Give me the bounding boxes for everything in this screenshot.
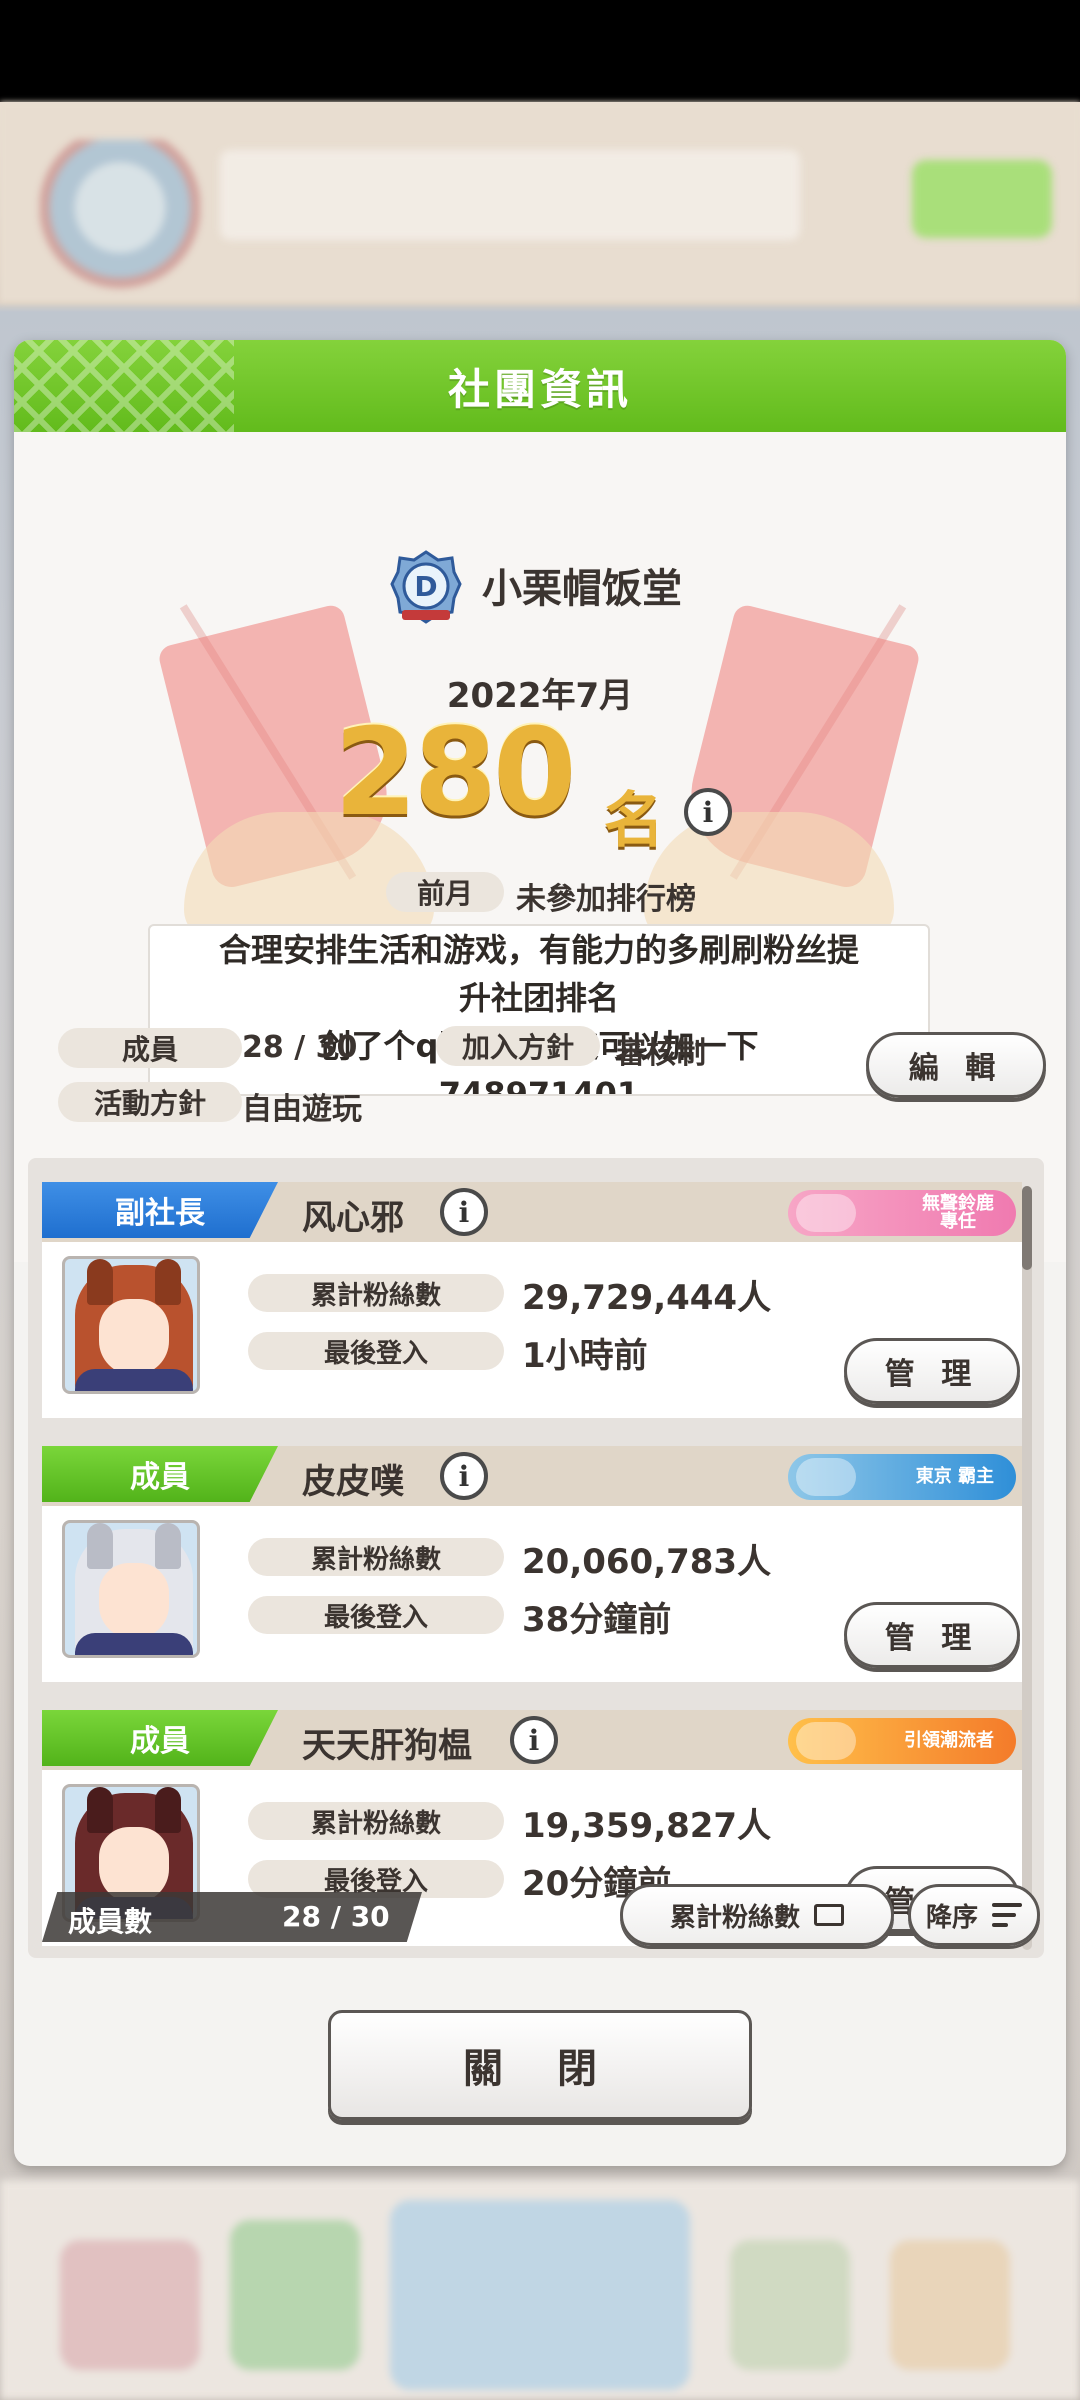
member-card: 副社長 风心邪 i 無聲鈴鹿 專任 累計粉絲數 29,729,444人 最後登入… [42, 1182, 1022, 1418]
join-policy-label: 加入方針 [436, 1026, 600, 1066]
member-card-header: 成員 皮皮噗 i 東京 霸主 [42, 1446, 1022, 1506]
modal-title: 社團資訊 [447, 364, 632, 414]
member-name: 皮皮噗 [302, 1462, 404, 1502]
last-login-label: 最後登入 [248, 1596, 504, 1634]
scrollbar-thumb[interactable] [1022, 1186, 1032, 1270]
member-role-tag: 成員 [42, 1710, 278, 1766]
background-bottom-nav [0, 2180, 1080, 2400]
member-title-badge: 無聲鈴鹿 專任 [788, 1190, 1016, 1236]
fans-value: 20,060,783人 [522, 1542, 772, 1582]
manage-button[interactable]: 管 理 [844, 1338, 1020, 1404]
member-info-icon[interactable]: i [440, 1188, 488, 1236]
members-label: 成員 [58, 1028, 242, 1068]
member-card-header: 副社長 风心邪 i 無聲鈴鹿 專任 [42, 1182, 1022, 1242]
member-info-icon[interactable]: i [510, 1716, 558, 1764]
activity-policy-value: 自由遊玩 [242, 1092, 362, 1127]
fans-value: 19,359,827人 [522, 1806, 772, 1846]
member-title-badge: 引領潮流者 [788, 1718, 1016, 1764]
close-button[interactable]: 關 閉 [328, 2010, 752, 2120]
sort-key-label: 累計粉絲數 [669, 1902, 800, 1933]
modal-header: 社團資訊 [14, 340, 1066, 432]
member-card-body: 累計粉絲數 20,060,783人 最後登入 38分鐘前 管 理 [42, 1506, 1022, 1682]
previous-month-label: 前月 [386, 872, 504, 912]
member-role-tag: 成員 [42, 1446, 278, 1502]
title-badge-art [796, 1194, 856, 1232]
circle-name: 小栗帽饭堂 [482, 566, 682, 612]
edit-button[interactable]: 編 輯 [866, 1032, 1046, 1098]
circle-info-modal: 社團資訊 D 小栗帽饭堂 2022年7月 280 名 i 前月 未參加排行榜 合… [14, 340, 1066, 2166]
member-title-badge: 東京 霸主 [788, 1454, 1016, 1500]
circle-description: 合理安排生活和游戏，有能力的多刷刷粉丝提 升社团排名 创了个q群，有兴趣可以加一… [148, 924, 930, 1096]
fans-label: 累計粉絲數 [248, 1802, 504, 1840]
sort-order-button[interactable]: 降序 [908, 1884, 1040, 1946]
members-value: 28 / 30 [242, 1030, 358, 1065]
background-name-box [220, 150, 800, 240]
sort-cards-icon [809, 1904, 844, 1933]
join-policy-value: 審核制 [616, 1036, 706, 1071]
title-badge-art [796, 1458, 856, 1496]
header-pattern [14, 340, 234, 432]
member-list[interactable]: 副社長 风心邪 i 無聲鈴鹿 專任 累計粉絲數 29,729,444人 最後登入… [28, 1158, 1044, 1958]
fans-label: 累計粉絲數 [248, 1274, 504, 1312]
background-circle-logo [40, 140, 200, 290]
fans-value: 29,729,444人 [522, 1278, 772, 1318]
sort-order-icon [992, 1903, 1022, 1927]
rank-info-icon[interactable]: i [684, 788, 732, 836]
activity-policy-label: 活動方針 [58, 1082, 242, 1122]
rank-unit: 名 [604, 786, 664, 856]
member-card-body: 累計粉絲數 29,729,444人 最後登入 1小時前 管 理 [42, 1242, 1022, 1418]
member-name: 风心邪 [302, 1198, 404, 1238]
avatar[interactable] [62, 1256, 200, 1394]
background-green-button [912, 160, 1052, 238]
member-card: 成員 皮皮噗 i 東京 霸主 累計粉絲數 20,060,783人 最後登入 38… [42, 1446, 1022, 1682]
member-count-value: 28 / 30 [282, 1900, 390, 1933]
member-card-header: 成員 天天肝狗榅 i 引領潮流者 [42, 1710, 1022, 1770]
previous-month-value: 未參加排行榜 [516, 882, 696, 917]
sort-key-button[interactable]: 累計粉絲數 [620, 1884, 894, 1946]
title-badge-art [796, 1722, 856, 1760]
rank-number: 280 [334, 704, 576, 843]
member-count-bar: 成員數 28 / 30 [42, 1892, 422, 1942]
member-list-scrollbar[interactable] [1022, 1186, 1032, 1950]
member-name: 天天肝狗榅 [302, 1726, 472, 1766]
status-bar [0, 0, 1080, 102]
member-info-icon[interactable]: i [440, 1452, 488, 1500]
member-role-tag: 副社長 [42, 1182, 278, 1238]
svg-text:D: D [414, 570, 437, 603]
last-login-label: 最後登入 [248, 1332, 504, 1370]
circle-logo-icon: D [390, 550, 462, 624]
circle-info-area: D 小栗帽饭堂 2022年7月 280 名 i 前月 未參加排行榜 合理安排生活… [14, 432, 1066, 1262]
manage-button[interactable]: 管 理 [844, 1602, 1020, 1668]
member-count-label: 成員數 [68, 1905, 153, 1938]
avatar[interactable] [62, 1520, 200, 1658]
sort-order-label: 降序 [925, 1902, 978, 1933]
last-login-value: 1小時前 [522, 1336, 648, 1376]
fans-label: 累計粉絲數 [248, 1538, 504, 1576]
last-login-value: 38分鐘前 [522, 1600, 672, 1640]
